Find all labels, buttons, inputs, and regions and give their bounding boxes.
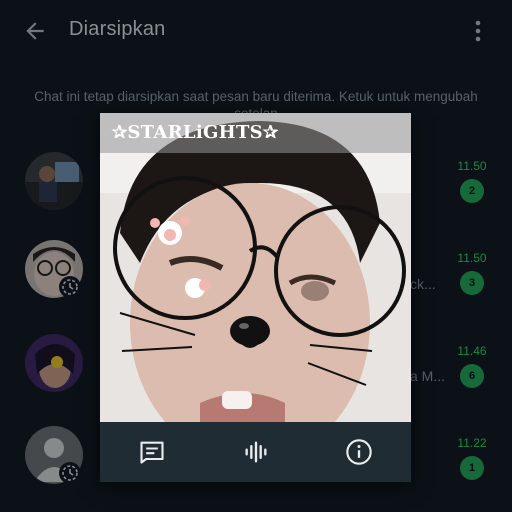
profile-photo[interactable] <box>100 113 411 422</box>
popup-actions <box>100 422 411 482</box>
contact-name: ✰STARLiGHTS✰ <box>112 122 279 143</box>
profile-popup: ✰STARLiGHTS✰ <box>100 113 411 482</box>
contact-name-bar: ✰STARLiGHTS✰ <box>100 113 411 153</box>
info-icon[interactable] <box>345 438 373 466</box>
audio-call-icon[interactable] <box>242 438 270 466</box>
message-icon[interactable] <box>138 438 166 466</box>
